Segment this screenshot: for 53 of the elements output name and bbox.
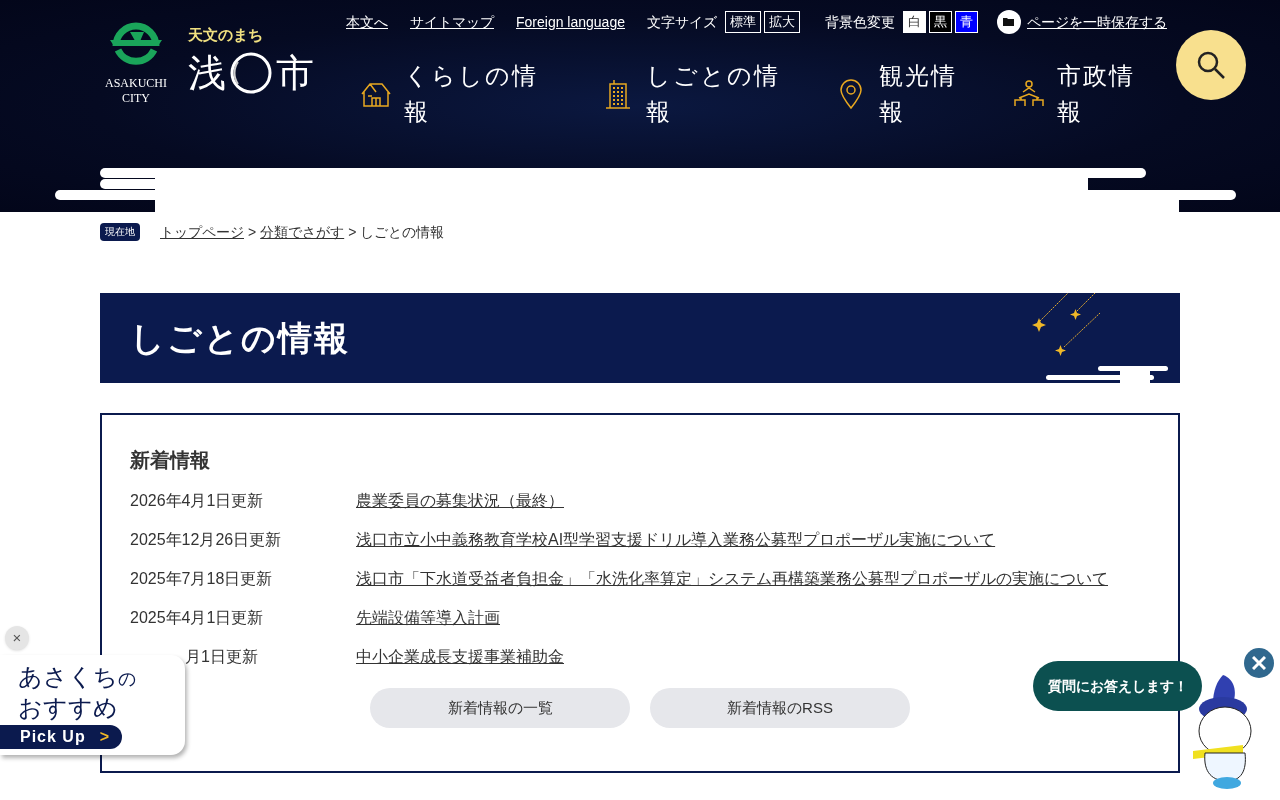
news-link[interactable]: 農業委員の募集状況（最終）	[356, 489, 564, 513]
news-date: 2025年12月26日更新	[130, 531, 282, 548]
nav-menu-item[interactable]: くらしの情報	[360, 58, 602, 130]
breadcrumb-separator: >	[248, 222, 257, 242]
news-link[interactable]: 先端設備等導入計画	[356, 606, 500, 630]
pickup-button[interactable]: Pick Up >	[0, 725, 122, 749]
font-size-button[interactable]: 拡大	[764, 11, 800, 33]
pickup-banner[interactable]: あさくちの おすすめ Pick Up >	[0, 655, 185, 755]
folder-icon	[997, 10, 1021, 34]
bg-color-button[interactable]: 青	[955, 11, 978, 33]
breadcrumb-link[interactable]: トップページ	[160, 221, 244, 243]
breadcrumb-current: しごとの情報	[360, 222, 445, 242]
bg-color-label: 背景色変更	[825, 12, 895, 32]
nav-menu-item[interactable]: 観光情報	[835, 58, 1013, 130]
pickup-title: おすすめ	[18, 694, 119, 722]
news-date: 2025年4月1日更新	[130, 609, 264, 626]
news-date: 月1日更新	[185, 648, 258, 665]
chevron-icon: >	[99, 725, 111, 749]
bg-color-button[interactable]: 黒	[929, 11, 952, 33]
nav-menu-item[interactable]: しごとの情報	[602, 58, 835, 130]
pickup-label: Pick Up	[20, 727, 86, 747]
pickup-title: あさくちの	[18, 663, 137, 692]
logo-text: 市	[276, 50, 314, 95]
nav-menu-item[interactable]: 市政情報	[1013, 58, 1163, 130]
logo-text: ASAKUCHI	[105, 76, 167, 91]
logo-tagline: 天文のまち	[188, 25, 264, 45]
news-button[interactable]: 新着情報のRSS	[650, 688, 910, 728]
save-page-link[interactable]: ページを一時保存する	[1027, 11, 1167, 33]
close-button[interactable]: ×	[5, 626, 29, 650]
close-button[interactable]	[1244, 648, 1274, 678]
font-size-label: 文字サイズ	[647, 12, 717, 32]
news-button[interactable]: 新着情報の一覧	[370, 688, 630, 728]
news-date: 2025年7月18日更新	[130, 570, 273, 587]
breadcrumb-link[interactable]: 分類でさがす	[260, 221, 345, 243]
news-link[interactable]: 浅口市立小中義務教育学校AI型学習支援ドリル導入業務公募型プロポーザル実施について	[356, 528, 996, 552]
search-icon	[1196, 50, 1226, 80]
utility-link[interactable]: サイトマップ	[410, 11, 494, 33]
page-title: しごとの情報	[130, 317, 350, 359]
logo-text: 浅	[188, 50, 226, 95]
font-size-button[interactable]: 標準	[725, 11, 761, 33]
breadcrumb-separator: >	[348, 222, 357, 242]
location-badge: 現在地	[100, 223, 140, 241]
close-icon	[1252, 656, 1266, 670]
news-link[interactable]: 浅口市「下水道受益者負担金」「水洗化率算定」システム再構築業務公募型プロポーザルの実施について	[356, 567, 1108, 591]
news-date: 2026年4月1日更新	[130, 492, 264, 509]
utility-link[interactable]: 本文へ	[346, 11, 388, 33]
bg-color-button[interactable]: 白	[903, 11, 926, 33]
chat-bubble[interactable]: 質問にお答えします！	[1033, 661, 1202, 711]
moon-icon	[230, 51, 272, 94]
news-link[interactable]: 中小企業成長支援事業補助金	[356, 645, 564, 669]
logo-text: CITY	[122, 91, 150, 106]
news-heading: 新着情報	[130, 448, 211, 473]
utility-link[interactable]: Foreign language	[516, 11, 625, 33]
